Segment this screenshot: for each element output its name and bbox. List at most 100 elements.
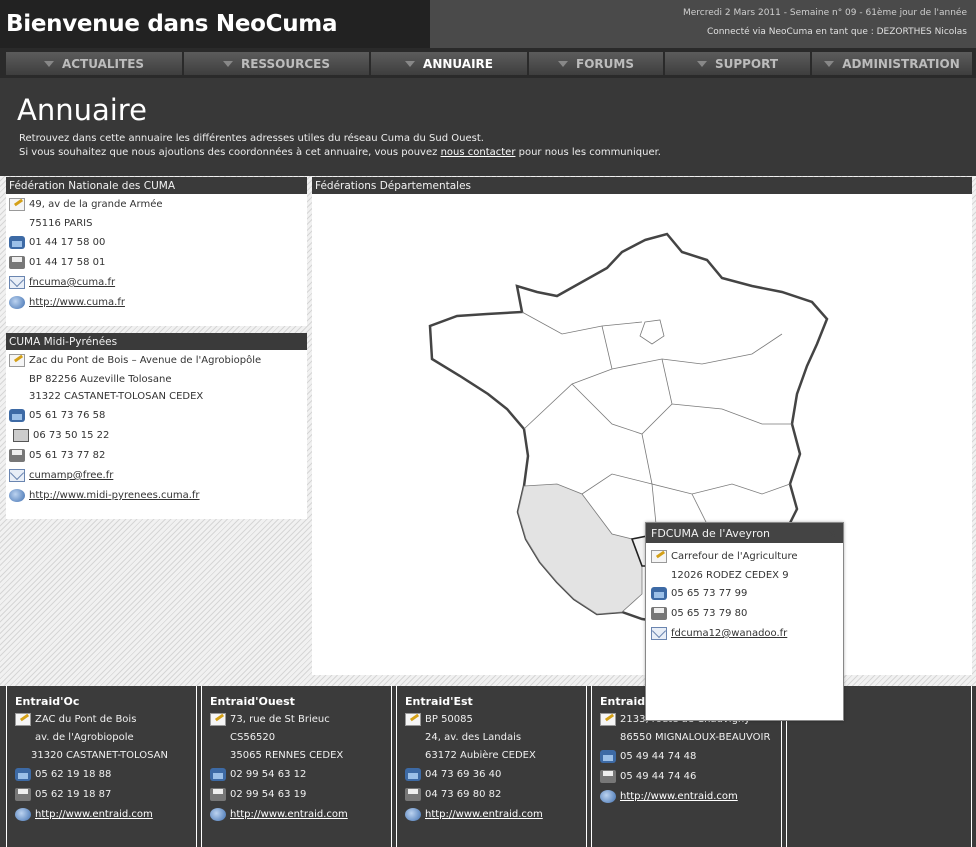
address-line: 63172 Aubière CEDEX bbox=[425, 750, 536, 761]
fax-icon bbox=[9, 449, 25, 462]
mobile-value: 06 73 50 15 22 bbox=[33, 430, 110, 441]
header-slant bbox=[400, 0, 430, 24]
fax-row: 04 73 69 80 82 bbox=[405, 788, 501, 801]
address-row: 31320 CASTANET-TOLOSAN bbox=[31, 750, 168, 761]
chevron-down-icon bbox=[824, 60, 835, 67]
page-hero: Annuaire Retrouvez dans cette annuaire l… bbox=[0, 78, 976, 176]
intro-text-contact: Si vous souhaitez que nous ajoutions des… bbox=[19, 147, 661, 158]
nav-label: ANNUAIRE bbox=[423, 56, 493, 71]
nav-actualites[interactable]: ACTUALITES bbox=[6, 52, 182, 75]
phone-icon bbox=[651, 587, 667, 600]
address-row: 86550 MIGNALOUX-BEAUVOIR bbox=[620, 732, 770, 743]
address-line: av. de l'Agrobiopole bbox=[35, 732, 134, 743]
nav-ressources[interactable]: RESSOURCES bbox=[184, 52, 369, 75]
phone-value: 05 61 73 76 58 bbox=[29, 410, 106, 421]
fax-value: 05 61 73 77 82 bbox=[29, 450, 106, 461]
phone-row: 05 62 19 18 88 bbox=[15, 768, 111, 781]
globe-icon bbox=[9, 296, 25, 309]
web-link[interactable]: http://www.entraid.com bbox=[620, 791, 738, 802]
fncuma-box: Fédération Nationale des CUMA 49, av de … bbox=[6, 177, 307, 326]
close-icon[interactable]: ✕ bbox=[827, 527, 838, 542]
box-title: Fédérations Départementales bbox=[312, 177, 972, 194]
web-link[interactable]: http://www.entraid.com bbox=[425, 809, 543, 820]
nav-support[interactable]: SUPPORT bbox=[665, 52, 810, 75]
fax-icon bbox=[9, 256, 25, 269]
web-link[interactable]: http://www.cuma.fr bbox=[29, 297, 125, 308]
midipyrenees-box: CUMA Midi-Pyrénées Zac du Pont de Bois –… bbox=[6, 333, 307, 519]
fax-value: 05 62 19 18 87 bbox=[35, 789, 112, 800]
address-icon bbox=[9, 198, 25, 211]
address-icon bbox=[210, 713, 226, 726]
phone-value: 02 99 54 63 12 bbox=[230, 769, 307, 780]
address-line: 49, av de la grande Armée bbox=[29, 199, 163, 210]
phone-value: 04 73 69 36 40 bbox=[425, 769, 502, 780]
entraid-card: Entraid'Oc ZAC du Pont de Bois av. de l'… bbox=[6, 686, 197, 847]
web-link[interactable]: http://www.midi-pyrenees.cuma.fr bbox=[29, 490, 200, 501]
chevron-down-icon bbox=[696, 60, 707, 67]
address-line: Zac du Pont de Bois – Avenue de l'Agrobi… bbox=[29, 355, 262, 366]
web-row: http://www.entraid.com bbox=[210, 808, 348, 821]
phone-icon bbox=[9, 409, 25, 422]
entraid-card: Entraid'Ouest 73, rue de St Brieuc CS565… bbox=[201, 686, 392, 847]
web-link[interactable]: http://www.entraid.com bbox=[230, 809, 348, 820]
phone-value: 01 44 17 58 00 bbox=[29, 237, 106, 248]
phone-value: 05 49 44 74 48 bbox=[620, 751, 697, 762]
address-line: BP 50085 bbox=[425, 714, 473, 725]
address-row: Carrefour de l'Agriculture bbox=[651, 550, 798, 563]
chevron-down-icon bbox=[43, 60, 54, 67]
fax-icon bbox=[210, 788, 226, 801]
header: Bienvenue dans NeoCuma Mercredi 2 Mars 2… bbox=[0, 0, 976, 48]
address-row: ZAC du Pont de Bois bbox=[15, 713, 136, 726]
address-line: BP 82256 Auzeville Tolosane bbox=[29, 374, 172, 385]
intro-text-before: Si vous souhaitez que nous ajoutions des… bbox=[19, 147, 441, 158]
fax-icon bbox=[600, 770, 616, 783]
address-line: 31320 CASTANET-TOLOSAN bbox=[31, 750, 168, 761]
popup-title: FDCUMA de l'Aveyron bbox=[646, 523, 843, 543]
mail-icon bbox=[9, 276, 25, 289]
nav-forums[interactable]: FORUMS bbox=[529, 52, 663, 75]
mobile-row: 06 73 50 15 22 bbox=[9, 429, 109, 442]
phone-value: 05 62 19 18 88 bbox=[35, 769, 112, 780]
address-icon bbox=[600, 713, 616, 726]
site-title: Bienvenue dans NeoCuma bbox=[6, 11, 338, 37]
address-icon bbox=[9, 354, 25, 367]
address-line: 86550 MIGNALOUX-BEAUVOIR bbox=[620, 732, 771, 743]
web-link[interactable]: http://www.entraid.com bbox=[35, 809, 153, 820]
fax-row: 05 49 44 74 46 bbox=[600, 770, 696, 783]
email-link[interactable]: cumamp@free.fr bbox=[29, 470, 113, 481]
email-link[interactable]: fncuma@cuma.fr bbox=[29, 277, 115, 288]
france-departments-map[interactable] bbox=[312, 194, 972, 675]
nav-annuaire[interactable]: ANNUAIRE bbox=[371, 52, 527, 75]
intro-text: Retrouvez dans cette annuaire les différ… bbox=[19, 133, 484, 144]
phone-row: 02 99 54 63 12 bbox=[210, 768, 306, 781]
nav-label: FORUMS bbox=[576, 56, 634, 71]
web-row: http://www.cuma.fr bbox=[9, 296, 125, 309]
address-row: 75116 PARIS bbox=[29, 218, 92, 229]
email-link[interactable]: fdcuma12@wanadoo.fr bbox=[671, 628, 787, 639]
globe-icon bbox=[15, 808, 31, 821]
nav-label: ACTUALITES bbox=[61, 56, 145, 71]
address-row: av. de l'Agrobiopole bbox=[35, 732, 134, 743]
contact-link[interactable]: nous contacter bbox=[441, 147, 516, 158]
phone-row: 05 49 44 74 48 bbox=[600, 750, 696, 763]
phone-icon bbox=[600, 750, 616, 763]
nav-administration[interactable]: ADMINISTRATION bbox=[812, 52, 972, 75]
address-line: 35065 RENNES CEDEX bbox=[230, 750, 344, 761]
fax-value: 04 73 69 80 82 bbox=[425, 789, 502, 800]
mobile-phone-icon bbox=[13, 429, 29, 442]
fax-row: 05 61 73 77 82 bbox=[9, 449, 105, 462]
globe-icon bbox=[405, 808, 421, 821]
entraid-name: Entraid'Est bbox=[405, 695, 473, 708]
chevron-down-icon bbox=[405, 60, 416, 67]
mail-icon bbox=[9, 469, 25, 482]
mail-icon bbox=[651, 627, 667, 640]
address-line: 73, rue de St Brieuc bbox=[230, 714, 330, 725]
address-line: 24, av. des Landais bbox=[425, 732, 522, 743]
nav-label: SUPPORT bbox=[714, 56, 779, 71]
email-row: fdcuma12@wanadoo.fr bbox=[651, 627, 787, 640]
fax-icon bbox=[15, 788, 31, 801]
connected-user-line: Connecté via NeoCuma en tant que : DEZOR… bbox=[706, 27, 967, 37]
web-row: http://www.midi-pyrenees.cuma.fr bbox=[9, 489, 200, 502]
phone-row: 01 44 17 58 00 bbox=[9, 236, 105, 249]
chevron-down-icon bbox=[558, 60, 569, 67]
